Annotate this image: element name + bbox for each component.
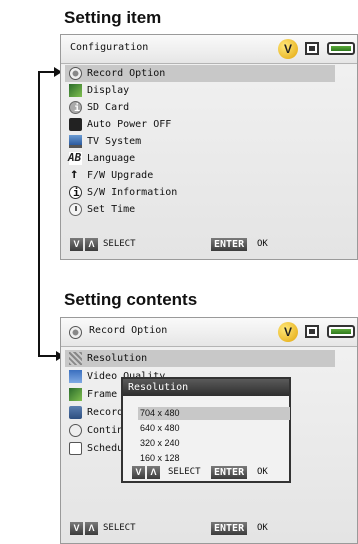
menu-item-resolution[interactable]: Resolution [65,350,335,367]
menu-item-label: Language [87,153,136,164]
continuous-icon [69,424,82,437]
menu-item-label: Resolution [87,353,148,364]
language-icon [68,149,82,166]
tv-icon [69,135,82,148]
resolution-dialog: Resolution 704 x 480 640 x 480 320 x 240… [121,377,291,483]
auto-power-icon [69,118,82,131]
menu-item-label: Record [87,407,124,418]
title-bar: Configuration V [61,35,357,64]
menu-item-label: F/W Upgrade [87,170,154,181]
menu-item-label: Frame [87,389,118,400]
menu-item-auto-power-off[interactable]: Auto Power OFF [65,116,335,133]
menu-item-record-option[interactable]: Record Option [65,65,335,82]
down-key-icon[interactable]: V [132,466,145,479]
display-icon [69,84,82,97]
menu-item-language[interactable]: Language [65,149,335,167]
menu-item-label: Auto Power OFF [87,119,172,130]
dialog-title: Resolution [123,379,289,396]
enter-key[interactable]: ENTER [211,522,248,535]
menu-item-fw-upgrade[interactable]: F/W Upgrade [65,166,335,184]
ok-label: OK [257,467,268,477]
menu-item-label: SD Card [87,102,130,113]
video-quality-icon [69,370,82,383]
setting-contents-heading: Setting contents [64,290,198,309]
panel-footer: V Λ SELECT ENTER OK [61,229,357,259]
down-key-icon[interactable]: V [70,522,83,535]
menu-item-label: Display [87,85,130,96]
info-icon [69,184,82,201]
setting-item-heading: Setting item [64,8,162,27]
record-option-icon [69,67,82,80]
menu-item-label: Schedu [87,443,124,454]
enter-key[interactable]: ENTER [211,466,248,479]
up-key-icon[interactable]: Λ [147,466,160,479]
panel-title: Configuration [70,42,149,53]
panel-title: Record Option [89,325,168,336]
option-640x480[interactable]: 640 x 480 [138,422,290,435]
configuration-panel: Configuration V Record Option Display SD… [60,34,358,260]
select-label: SELECT [103,239,136,249]
menu-item-label: S/W Information [87,187,178,198]
sd-card-icon [69,100,82,117]
battery-icon [327,42,355,55]
battery-icon [327,325,355,338]
option-160x128[interactable]: 160 x 128 [138,452,290,465]
select-label: SELECT [168,467,201,477]
record-option-icon [69,326,82,339]
v-badge-icon: V [278,322,298,342]
option-704x480[interactable]: 704 x 480 [138,407,290,420]
ok-label: OK [257,239,268,249]
enter-key[interactable]: ENTER [211,238,248,251]
menu-item-label: TV System [87,136,142,147]
up-key-icon[interactable]: Λ [85,522,98,535]
frame-icon [69,388,82,401]
ok-label: OK [257,523,268,533]
hdd-icon [305,325,319,338]
option-320x240[interactable]: 320 x 240 [138,437,290,450]
upgrade-arrow-icon [69,166,82,183]
down-key-icon[interactable]: V [70,238,83,251]
menu-item-label: Record Option [87,68,166,79]
menu-item-set-time[interactable]: Set Time [65,201,335,218]
menu-item-display[interactable]: Display [65,82,335,99]
schedule-icon [69,442,82,455]
hdd-icon [305,42,319,55]
v-badge-icon: V [278,39,298,59]
select-label: SELECT [103,523,136,533]
menu-item-label: Contin [87,425,124,436]
up-key-icon[interactable]: Λ [85,238,98,251]
panel-footer: V Λ SELECT ENTER OK [61,513,357,543]
menu-item-sd-card[interactable]: SD Card [65,99,335,117]
menu-item-tv-system[interactable]: TV System [65,133,335,150]
record-mode-icon [69,406,82,419]
clock-icon [69,203,82,216]
menu-item-sw-information[interactable]: S/W Information [65,184,335,201]
resolution-icon [69,352,82,365]
title-bar: Record Option V [61,318,357,347]
menu-item-label: Set Time [87,204,136,215]
